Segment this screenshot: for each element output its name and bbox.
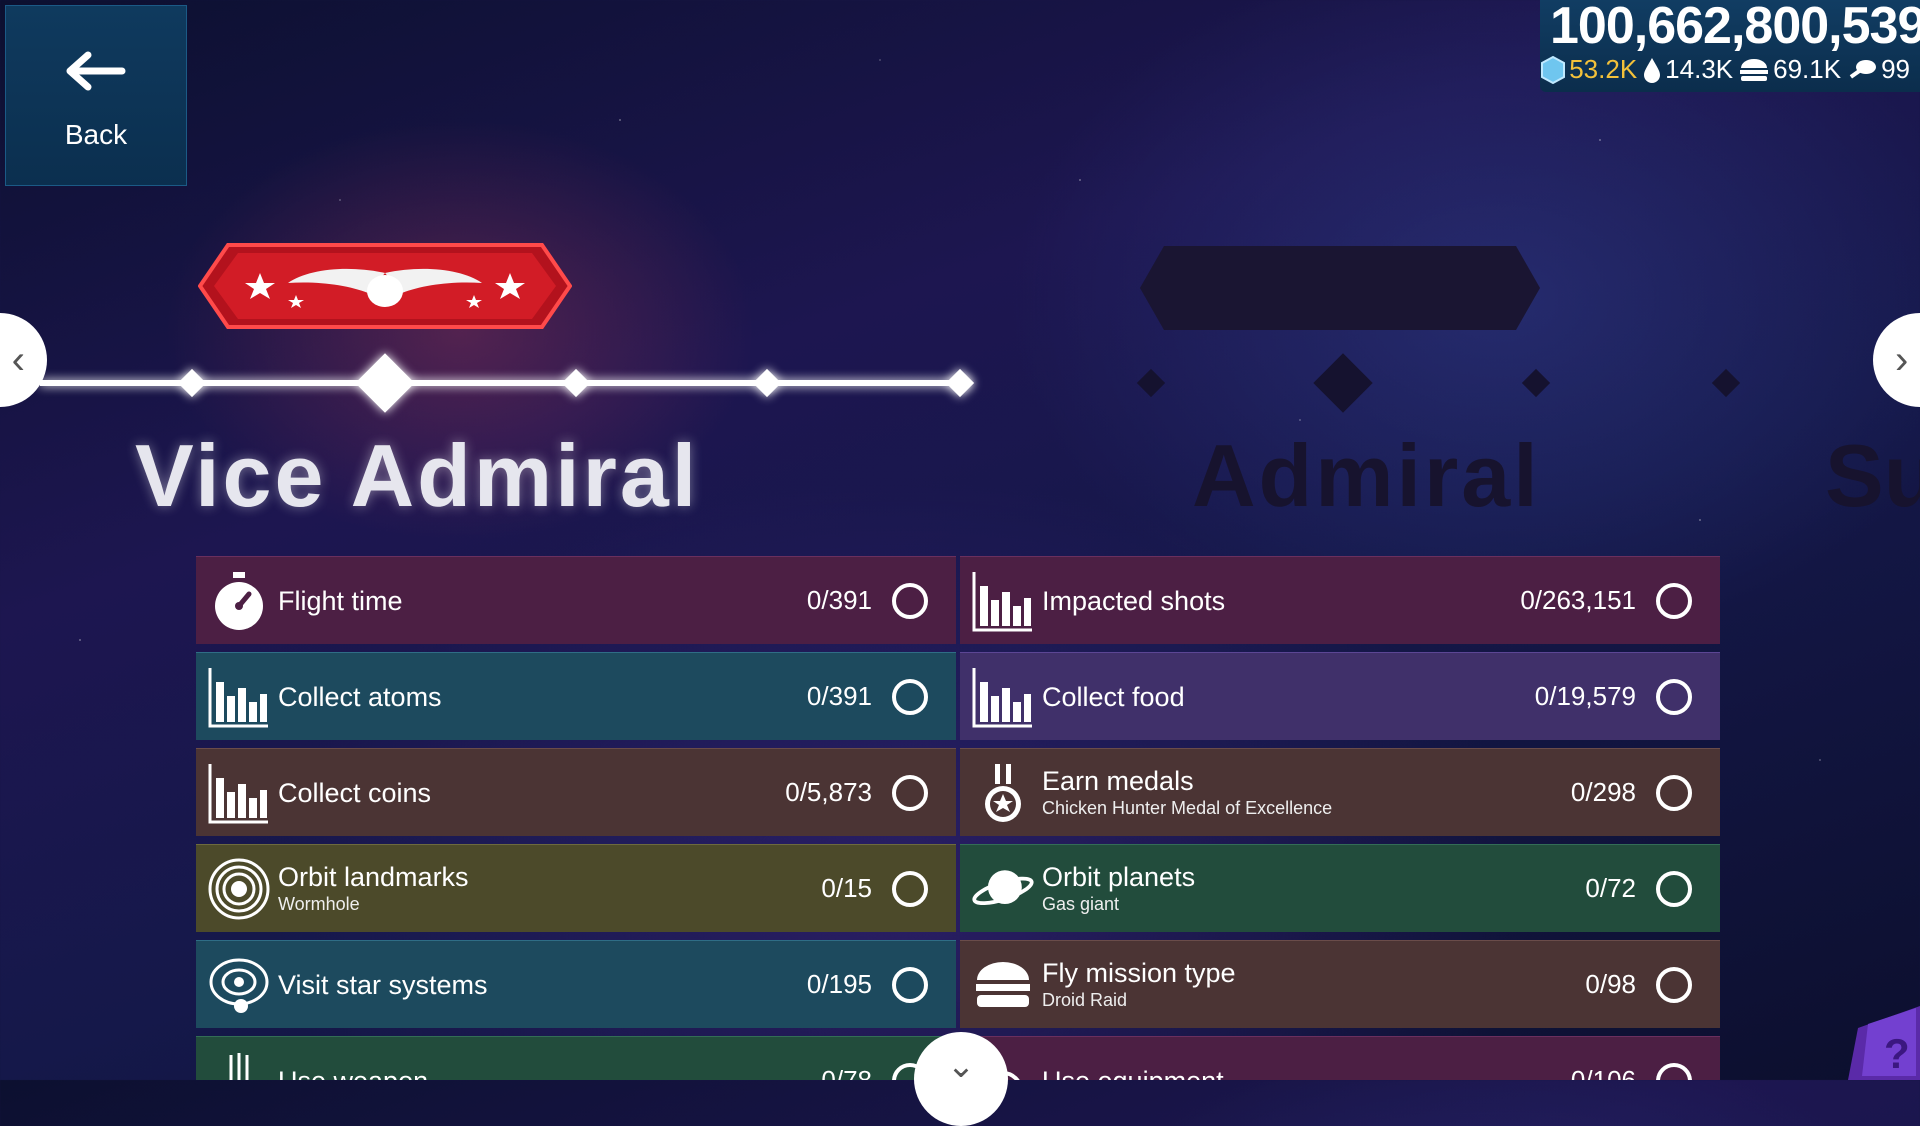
challenge-card-use-equipment[interactable]: Use equipment0/106: [960, 1036, 1720, 1080]
level-node: [752, 368, 782, 398]
challenge-card-collect-food[interactable]: Collect food 0/19,579: [960, 652, 1720, 740]
challenge-subtitle: Droid Raid: [1042, 989, 1128, 1010]
challenge-card-use-weapon[interactable]: Use weapon0/78: [196, 1036, 956, 1080]
challenge-progress: 0/15: [821, 873, 872, 903]
challenge-progress: 0/106: [1570, 1065, 1636, 1080]
level-node-current: [355, 353, 415, 413]
challenge-card-impacted-shots[interactable]: Impacted shots 0/263,151: [960, 556, 1720, 644]
bar-chart-icon: [972, 666, 1034, 728]
svg-text:?: ?: [1884, 1030, 1910, 1077]
completion-circle-icon: [1656, 582, 1692, 619]
challenge-subtitle: Chicken Hunter Medal of Excellence: [1042, 797, 1333, 818]
burger-icon: [1740, 58, 1769, 81]
completion-circle-icon: [892, 966, 928, 1003]
bar-chart-icon: [208, 762, 270, 824]
vice-admiral-badge-icon: [198, 243, 572, 329]
resource-drumsticks: 99: [1847, 54, 1910, 85]
challenge-name: Earn medals: [1042, 765, 1194, 796]
challenge-name: Orbit planets: [1042, 861, 1196, 892]
back-button[interactable]: Back: [5, 5, 187, 186]
challenge-name: Visit star systems: [278, 969, 488, 1000]
resource-atoms: 53.2K: [1541, 54, 1637, 85]
chevron-down-icon: ⌄: [946, 1047, 976, 1085]
level-node: [561, 368, 591, 398]
level-node-locked: [1136, 368, 1166, 398]
completion-circle-icon: [892, 774, 928, 811]
next-rank-badge-silhouette: [1140, 246, 1540, 330]
challenge-name: Use weapon: [278, 1066, 821, 1081]
challenge-card-orbit-landmarks[interactable]: Orbit landmarks Wormhole 0/15: [196, 844, 956, 932]
completion-circle-icon: [1656, 1062, 1692, 1080]
resource-burgers: 69.1K: [1739, 54, 1841, 85]
challenge-card-collect-atoms[interactable]: Collect atoms 0/391: [196, 652, 956, 740]
challenge-name: Collect atoms: [278, 681, 442, 712]
challenge-progress: 0/5,873: [785, 777, 872, 807]
rank-title: Vice Admiral: [135, 426, 700, 525]
resource-food-drop: 14.3K: [1643, 54, 1733, 85]
planet-icon: [972, 858, 1034, 920]
drumstick-icon: [1849, 59, 1877, 79]
atom-icon: [1541, 55, 1566, 84]
challenge-name: Flight time: [278, 585, 403, 616]
bar-chart-icon: [208, 666, 270, 728]
level-node-locked: [1313, 353, 1373, 413]
droplet-icon: [1644, 57, 1661, 83]
challenge-progress: 0/98: [1585, 969, 1636, 999]
stopwatch-icon: [208, 570, 270, 632]
challenge-progress: 0/298: [1570, 777, 1636, 807]
challenge-progress: 0/195: [806, 969, 872, 999]
challenge-progress: 0/263,151: [1520, 585, 1636, 615]
challenge-progress: 0/391: [806, 585, 872, 615]
burger-icon: [972, 954, 1034, 1016]
chevron-right-icon: ›: [1895, 337, 1909, 382]
challenge-name: Impacted shots: [1042, 585, 1226, 616]
challenge-name: Collect coins: [278, 777, 432, 808]
level-node: [177, 368, 207, 398]
completion-circle-icon: [1656, 678, 1692, 715]
challenge-card-fly-mission-type[interactable]: Fly mission type Droid Raid 0/98: [960, 940, 1720, 1028]
challenge-progress: 0/19,579: [1534, 681, 1636, 711]
medal-icon: [972, 762, 1034, 824]
challenge-card-orbit-planets[interactable]: Orbit planets Gas giant 0/72: [960, 844, 1720, 932]
coin-total: 100,662,800,539: [1550, 0, 1920, 55]
arrow-left-icon: [66, 51, 126, 90]
challenge-card-earn-medals[interactable]: Earn medals Chicken Hunter Medal of Excel…: [960, 748, 1720, 836]
challenge-progress: 0/78: [821, 1065, 872, 1080]
challenge-name: Orbit landmarks: [278, 861, 469, 892]
chevron-left-icon: ‹: [11, 337, 25, 382]
bar-chart-icon: [972, 570, 1034, 632]
help-book-icon[interactable]: ?: [1828, 988, 1920, 1080]
resource-panel: 100,662,800,539 53.2K 14.3K 69.1K 99: [1540, 0, 1920, 92]
challenge-card-visit-star-systems[interactable]: Visit star systems 0/195: [196, 940, 956, 1028]
completion-circle-icon: [892, 870, 928, 907]
wormhole-icon: [208, 858, 270, 920]
challenge-progress: 0/72: [1585, 873, 1636, 903]
level-node-locked: [1711, 368, 1741, 398]
level-node: [945, 368, 975, 398]
challenge-card-collect-coins[interactable]: Collect coins 0/5,873: [196, 748, 956, 836]
following-rank-title: Sup: [1825, 426, 1920, 525]
weapon-icon: [208, 1050, 270, 1080]
completion-circle-icon: [1656, 966, 1692, 1003]
completion-circle-icon: [892, 678, 928, 715]
star-system-icon: [208, 954, 270, 1016]
next-rank-button[interactable]: ›: [1873, 313, 1920, 407]
level-node-locked: [1521, 368, 1551, 398]
scroll-down-button[interactable]: ⌄: [914, 1032, 1008, 1126]
challenge-card-flight-time[interactable]: Flight time 0/391: [196, 556, 956, 644]
previous-rank-button[interactable]: ‹: [0, 313, 47, 407]
back-label: Back: [64, 118, 128, 150]
completion-circle-icon: [1656, 870, 1692, 907]
challenge-progress: 0/391: [806, 681, 872, 711]
challenge-subtitle: Gas giant: [1042, 893, 1120, 914]
challenge-name: Collect food: [1042, 681, 1185, 712]
challenge-subtitle: Wormhole: [278, 893, 360, 914]
challenge-name: Fly mission type: [1042, 957, 1236, 988]
challenge-grid: Flight time 0/391 Impacted shots 0/263,151 C…: [196, 556, 1724, 1080]
challenge-name: Use equipment: [1042, 1066, 1571, 1081]
completion-circle-icon: [1656, 774, 1692, 811]
completion-circle-icon: [892, 582, 928, 619]
next-rank-title: Admiral: [1192, 426, 1541, 525]
